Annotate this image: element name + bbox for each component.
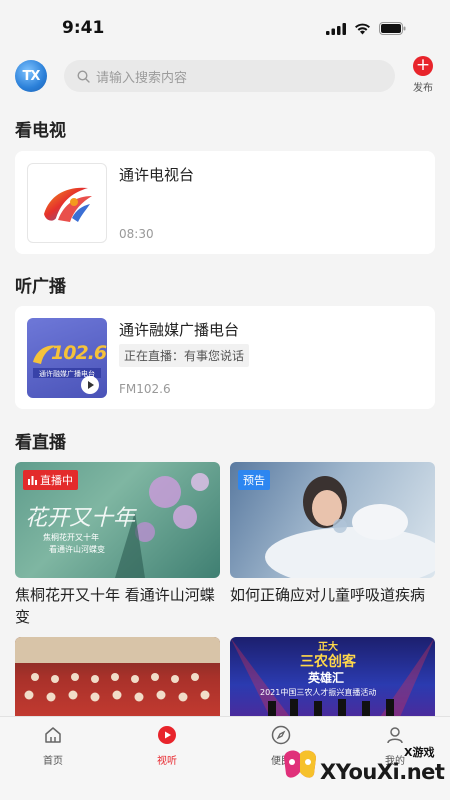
app-logo-avatar[interactable]: TX (15, 60, 47, 92)
tab-media-label: 视听 (157, 756, 177, 767)
play-icon (158, 726, 176, 744)
tv-station-card[interactable]: 通许电视台 08:30 (15, 151, 435, 254)
live-tile-4[interactable]: 正大 三农创客 英雄汇 2021中国三农人才振兴直播活动 (230, 637, 435, 717)
tab-media[interactable]: 视听 (137, 725, 197, 767)
live-tile-1[interactable]: 直播中 花开又十年 焦桐花开又十年 看通许山河蝶变 (15, 462, 220, 578)
tile-4-art-title-3: 英雄汇 (308, 671, 345, 685)
watermark-site: XYouXi.net (320, 760, 445, 784)
search-input[interactable]: 请输入搜索内容 (64, 60, 395, 92)
live-tile-2-title: 如何正确应对儿童呼吸道疾病 (230, 586, 426, 604)
live-bars-icon (28, 475, 37, 485)
search-placeholder: 请输入搜索内容 (96, 70, 188, 86)
tile-1-art-caption-1: 焦桐花开又十年 (43, 533, 99, 542)
battery-icon (379, 22, 406, 35)
publish-button[interactable]: + 发布 (408, 56, 438, 94)
live-tile-2[interactable]: 预告 (230, 462, 435, 578)
tab-home[interactable]: 首页 (23, 725, 83, 767)
play-icon (88, 381, 94, 389)
live-tile-1-title: 焦桐花开又十年 看通许山河蝶变 (15, 586, 215, 626)
gamepad-logo-icon (284, 750, 316, 778)
section-title-live: 看直播 (15, 433, 66, 453)
watermark-tag: X游戏 (404, 746, 435, 759)
preview-badge: 预告 (238, 470, 270, 490)
avatar-text: TX (22, 68, 41, 84)
radio-station-logo: 102.6 通许融媒广播电台 (27, 318, 107, 398)
status-bar: 9:41 (0, 0, 450, 54)
tv-station-time: 08:30 (119, 227, 154, 241)
play-button[interactable] (81, 376, 99, 394)
tab-home-label: 首页 (43, 756, 63, 767)
radio-logo-number: 102.6 (51, 342, 107, 364)
publish-label: 发布 (413, 83, 433, 94)
live-tile-3[interactable] (15, 637, 220, 717)
home-icon (45, 727, 61, 743)
live-badge-text: 直播中 (40, 474, 73, 487)
tile-1-art-caption-2: 看通许山河蝶变 (49, 545, 105, 554)
tv-station-title: 通许电视台 (119, 166, 195, 184)
tile-1-art-text: 花开又十年 (25, 506, 136, 531)
radio-station-title: 通许融媒广播电台 (119, 321, 240, 339)
status-time: 9:41 (62, 18, 105, 38)
section-title-radio: 听广播 (15, 277, 66, 297)
signal-icon (326, 22, 346, 35)
plus-icon: + (413, 56, 433, 76)
tile-4-art-caption: 2021中国三农人才振兴直播活动 (260, 688, 377, 697)
live-badge: 直播中 (23, 470, 78, 490)
watermark: X游戏 XYouXi.net (278, 738, 450, 800)
status-icons (326, 22, 406, 35)
tile-4-art-title-2: 三农创客 (300, 654, 356, 670)
tv-station-logo (27, 163, 107, 243)
radio-live-tag: 正在直播：有事您说话 (119, 344, 250, 367)
radio-frequency: FM102.6 (119, 382, 171, 396)
wifi-icon (355, 23, 370, 34)
radio-station-card[interactable]: 102.6 通许融媒广播电台 通许融媒广播电台 正在直播：有事您说话 FM102… (15, 306, 435, 409)
top-bar: TX 请输入搜索内容 + 发布 (0, 54, 450, 100)
search-icon (77, 69, 90, 83)
section-title-tv: 看电视 (15, 121, 66, 141)
